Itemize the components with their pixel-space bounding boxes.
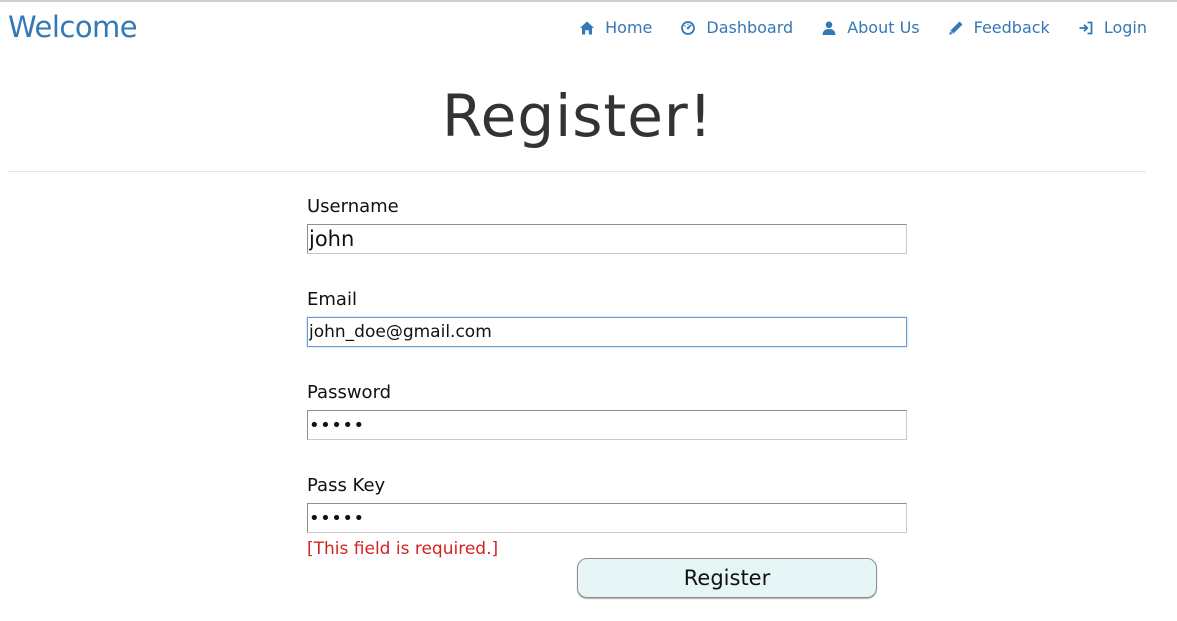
password-label: Password <box>307 382 392 403</box>
nav-item-label: Feedback <box>973 18 1050 37</box>
email-input[interactable] <box>307 317 907 347</box>
password-group: Password <box>307 380 907 440</box>
nav-item-feedback[interactable]: Feedback <box>948 18 1050 37</box>
register-form: Username Email Password Pass Key [This f… <box>307 194 907 561</box>
passkey-label: Pass Key <box>307 475 386 496</box>
user-icon <box>821 20 837 36</box>
nav-item-label: About Us <box>847 18 920 37</box>
page: Welcome Home Dashboard About Us Feedback <box>0 0 1177 621</box>
email-label: Email <box>307 289 357 310</box>
passkey-group: Pass Key [This field is required.] <box>307 473 907 561</box>
dashboard-icon <box>680 20 696 36</box>
username-input[interactable] <box>307 224 907 254</box>
nav-item-about-us[interactable]: About Us <box>821 18 920 37</box>
login-icon <box>1078 20 1094 36</box>
register-button[interactable]: Register <box>577 558 877 598</box>
nav-item-dashboard[interactable]: Dashboard <box>680 18 793 37</box>
password-input[interactable] <box>307 410 907 440</box>
username-label: Username <box>307 196 399 217</box>
divider <box>8 171 1146 172</box>
page-title: Register! <box>441 82 714 150</box>
passkey-input[interactable] <box>307 503 907 533</box>
nav-item-label: Dashboard <box>706 18 794 37</box>
home-icon <box>579 20 595 36</box>
brand-link[interactable]: Welcome <box>8 10 138 44</box>
nav-item-login[interactable]: Login <box>1078 18 1147 37</box>
nav-item-label: Login <box>1103 18 1147 37</box>
top-nav: Home Dashboard About Us Feedback Login <box>579 18 1147 37</box>
username-group: Username <box>307 194 907 254</box>
email-group: Email <box>307 287 907 347</box>
pencil-icon <box>948 20 964 36</box>
nav-item-home[interactable]: Home <box>579 18 652 37</box>
nav-item-label: Home <box>605 18 653 37</box>
